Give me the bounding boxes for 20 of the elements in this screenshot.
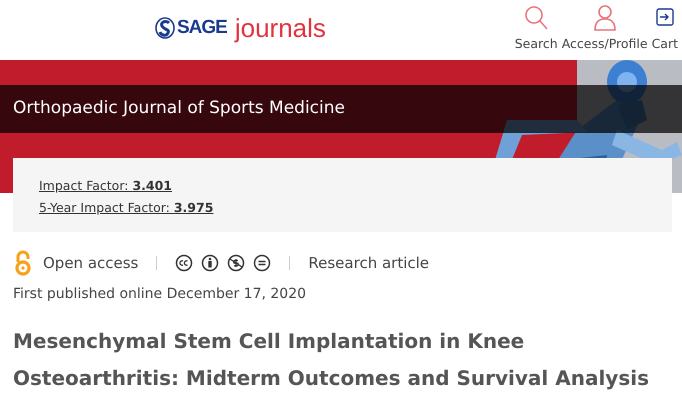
publication-date: First published online December 17, 2020 <box>13 285 308 304</box>
article-type: Research article <box>308 252 430 274</box>
access-label: Open access <box>43 252 138 274</box>
cart-button[interactable]: Cart <box>652 4 678 54</box>
metric-link[interactable]: Impact Factor: 3.401 <box>39 175 646 197</box>
profile-button[interactable]: Access/Profile <box>562 4 648 54</box>
article-title: Mesenchymal Stem Cell Implantation in Knee Osteoarthritis: Midterm Outcomes and Survival Analysis <box>13 328 650 392</box>
noncommercial-icon <box>227 254 246 272</box>
search-button[interactable]: Search <box>514 4 558 54</box>
metric-link[interactable]: 5-Year Impact Factor: 3.975 <box>39 197 646 219</box>
search-icon <box>523 4 550 32</box>
no-derivatives-icon <box>253 254 272 272</box>
cc-icon <box>175 254 194 272</box>
brand-name: SAGE <box>177 16 227 40</box>
product-name: journals <box>234 15 326 42</box>
open-access-icon <box>13 250 33 276</box>
journal-title: Orthopaedic Journal of Sports Medicine <box>13 97 345 120</box>
logo-icon <box>155 17 175 40</box>
attribution-icon <box>201 254 220 272</box>
person-icon <box>592 4 618 32</box>
